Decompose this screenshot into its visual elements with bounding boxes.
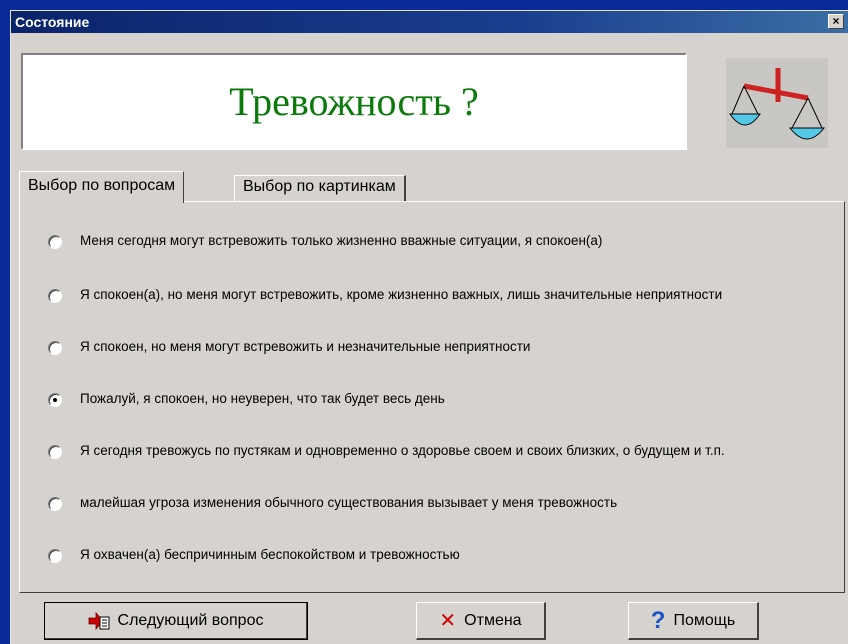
scales-icon — [726, 58, 828, 148]
option-4[interactable]: Пожалуй, я спокоен, но неуверен, что так… — [48, 390, 748, 407]
help-label: Помощь — [673, 611, 736, 629]
radio-button[interactable] — [48, 235, 62, 249]
radio-button[interactable] — [48, 549, 62, 563]
option-1[interactable]: Меня сегодня могут встревожить только жи… — [48, 232, 748, 249]
option-label: Пожалуй, я спокоен, но неуверен, что так… — [80, 391, 445, 406]
option-label: Я спокоен(а), но меня могут встревожить,… — [80, 287, 723, 302]
option-label: Я охвачен(а) беспричинным беспокойством … — [80, 547, 460, 562]
option-2[interactable]: Я спокоен(а), но меня могут встревожить,… — [48, 286, 748, 303]
option-7[interactable]: Я охвачен(а) беспричинным беспокойством … — [48, 546, 748, 563]
help-button[interactable]: ? Помощь — [628, 602, 759, 640]
window-title: Состояние — [15, 14, 90, 30]
radio-button[interactable] — [48, 497, 62, 511]
option-3[interactable]: Я спокоен, но меня могут встревожить и н… — [48, 338, 748, 355]
cancel-x-icon: ✕ — [439, 609, 457, 632]
header-panel: Тревожность ? — [21, 53, 687, 150]
tab-by-questions[interactable]: Выбор по вопросам — [19, 171, 185, 203]
option-5[interactable]: Я сегодня тревожусь по пустякам и одновр… — [48, 442, 748, 459]
help-question-icon: ? — [650, 606, 666, 634]
title-bar: Состояние × — [11, 11, 848, 33]
next-question-label: Следующий вопрос — [117, 611, 264, 629]
option-label: Я спокоен, но меня могут встревожить и н… — [80, 339, 531, 354]
dialog-window: Состояние × Тревожность ? Выбор по вопро… — [10, 10, 848, 644]
cancel-button[interactable]: ✕ Отмена — [416, 602, 546, 640]
tab-by-pictures[interactable]: Выбор по картинкам — [234, 175, 406, 201]
radio-button[interactable] — [48, 445, 62, 459]
option-label: Я сегодня тревожусь по пустякам и одновр… — [80, 443, 725, 458]
options-panel: Меня сегодня могут встревожить только жи… — [19, 201, 845, 593]
cancel-label: Отмена — [464, 611, 522, 629]
radio-button[interactable] — [48, 341, 62, 355]
next-question-button[interactable]: Следующий вопрос — [44, 602, 308, 640]
radio-button[interactable] — [48, 289, 62, 303]
option-6[interactable]: малейшая угроза изменения обычного сущес… — [48, 494, 748, 511]
option-label: Меня сегодня могут встревожить только жи… — [80, 233, 603, 248]
close-button[interactable]: × — [828, 14, 844, 29]
radio-button-selected[interactable] — [48, 393, 62, 407]
page-title: Тревожность ? — [229, 79, 479, 124]
option-label: малейшая угроза изменения обычного сущес… — [80, 495, 618, 510]
next-arrow-icon — [88, 611, 110, 631]
